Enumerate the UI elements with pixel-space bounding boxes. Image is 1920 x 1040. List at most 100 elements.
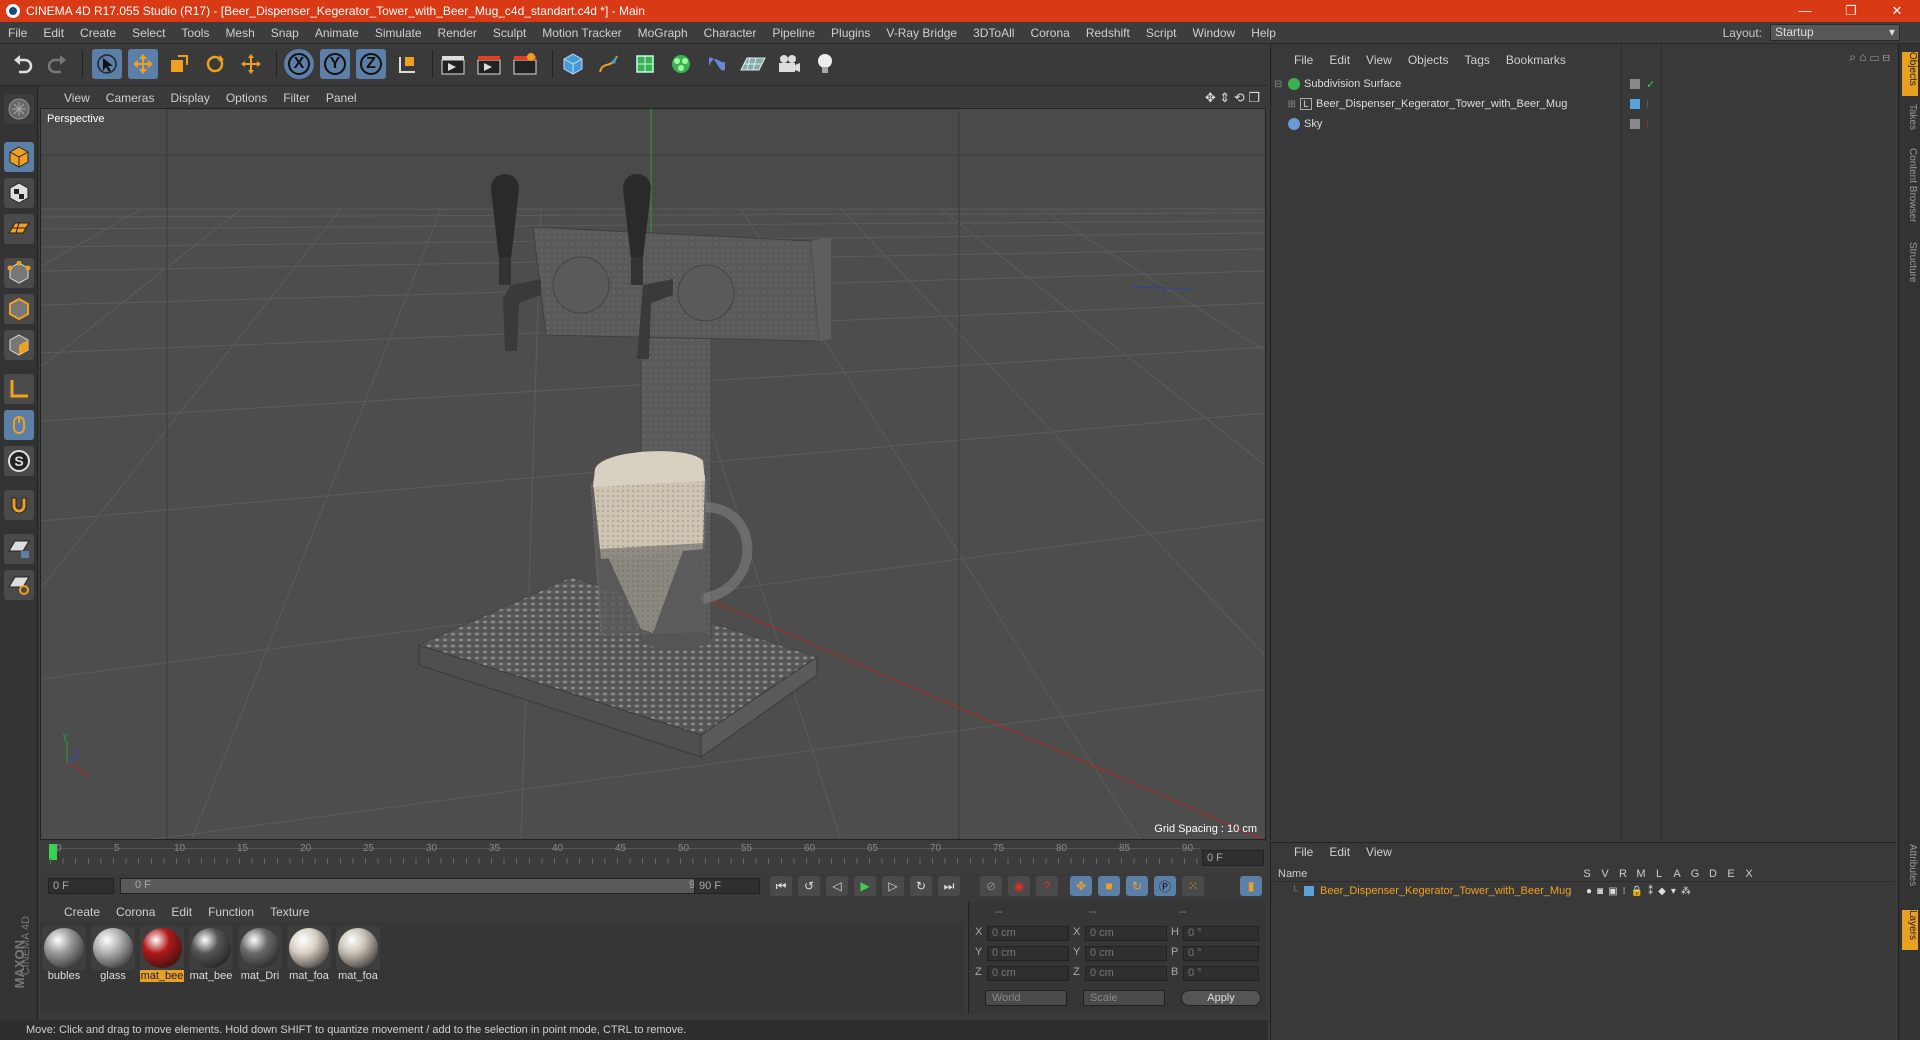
spline-pen-button[interactable] bbox=[594, 49, 624, 79]
menu-file[interactable]: File bbox=[0, 26, 35, 40]
menu-mograph[interactable]: MoGraph bbox=[630, 26, 696, 40]
layer-col-animation[interactable]: A bbox=[1668, 868, 1686, 880]
material-item[interactable]: mat_bee bbox=[140, 926, 184, 982]
objects-menu-file[interactable]: File bbox=[1286, 53, 1321, 67]
z-axis-button[interactable]: Z bbox=[356, 49, 386, 79]
enabled-check-icon[interactable]: ✓ bbox=[1646, 78, 1655, 91]
viewport-menu-filter[interactable]: Filter bbox=[275, 91, 318, 105]
material-menu-edit[interactable]: Edit bbox=[163, 905, 200, 919]
menu-render[interactable]: Render bbox=[430, 26, 485, 40]
edges-mode-button[interactable] bbox=[4, 294, 34, 324]
layer-col-view[interactable]: V bbox=[1596, 868, 1614, 880]
menu-3dtoall[interactable]: 3DToAll bbox=[965, 26, 1022, 40]
menu-pipeline[interactable]: Pipeline bbox=[764, 26, 823, 40]
material-menu-function[interactable]: Function bbox=[200, 905, 262, 919]
lock-workplane-button[interactable] bbox=[4, 534, 34, 564]
viewport-menu-display[interactable]: Display bbox=[162, 91, 217, 105]
menu-select[interactable]: Select bbox=[124, 26, 173, 40]
layer-row[interactable]: └ Beer_Dispenser_Kegerator_Tower_with_Be… bbox=[1274, 882, 1894, 900]
key-rotation-button[interactable]: ↻ bbox=[1126, 876, 1148, 896]
position-z-field[interactable]: 0 cm bbox=[987, 966, 1069, 981]
menu-create[interactable]: Create bbox=[72, 26, 124, 40]
layer-col-solo[interactable]: S bbox=[1578, 868, 1596, 880]
current-frame-field[interactable]: 0 F bbox=[1202, 850, 1264, 866]
render-settings-button[interactable] bbox=[510, 49, 540, 79]
autokey-button[interactable]: ◉ bbox=[1008, 876, 1030, 896]
menu-help[interactable]: Help bbox=[1243, 26, 1284, 40]
layer-col-expressions[interactable]: E bbox=[1722, 868, 1740, 880]
subdivision-surface-button[interactable] bbox=[630, 49, 660, 79]
material-item[interactable]: mat_Dri bbox=[238, 926, 282, 982]
layer-col-generators[interactable]: G bbox=[1686, 868, 1704, 880]
layer-toggle-icons[interactable]: ●◙▣⁝🔒⁑◆▾⁂ bbox=[1586, 886, 1766, 897]
objects-menu-view[interactable]: View bbox=[1358, 53, 1400, 67]
material-menu-corona[interactable]: Corona bbox=[108, 905, 163, 919]
menu-corona[interactable]: Corona bbox=[1022, 26, 1077, 40]
layer-col-locked[interactable]: L bbox=[1650, 868, 1668, 880]
layer-col-manager[interactable]: M bbox=[1632, 868, 1650, 880]
timeline-window-button[interactable]: ▮ bbox=[1240, 876, 1262, 896]
frame-range-slider[interactable]: 0 F 90 F bbox=[120, 878, 724, 894]
end-frame-field[interactable]: 90 F bbox=[694, 878, 760, 894]
side-tab-objects[interactable]: Objects bbox=[1902, 52, 1918, 96]
goto-end-button[interactable]: ⏭ bbox=[938, 876, 960, 896]
visibility-toggle-icon[interactable] bbox=[1630, 119, 1640, 129]
points-mode-button[interactable] bbox=[4, 258, 34, 288]
render-dots-icon[interactable]: ⁝ bbox=[1646, 119, 1649, 130]
object-row-subdivision-surface[interactable]: ⊟ Subdivision Surface ✓ bbox=[1274, 74, 1896, 94]
key-parameter-button[interactable]: Ⓟ bbox=[1154, 876, 1176, 896]
layer-col-xref[interactable]: X bbox=[1740, 868, 1758, 880]
cloner-button[interactable] bbox=[666, 49, 696, 79]
menu-simulate[interactable]: Simulate bbox=[367, 26, 430, 40]
side-tab-takes[interactable]: Takes bbox=[1902, 104, 1918, 140]
x-axis-button[interactable]: X bbox=[284, 49, 314, 79]
viewport-menu-panel[interactable]: Panel bbox=[318, 91, 365, 105]
menu-character[interactable]: Character bbox=[696, 26, 765, 40]
planar-workplane-button[interactable] bbox=[4, 570, 34, 600]
side-tab-structure[interactable]: Structure bbox=[1902, 242, 1918, 294]
objects-menu-edit[interactable]: Edit bbox=[1321, 53, 1358, 67]
move-tool-button[interactable] bbox=[128, 49, 158, 79]
material-item[interactable]: mat_bee bbox=[189, 926, 233, 982]
make-editable-button[interactable] bbox=[4, 94, 34, 124]
menu-motion-tracker[interactable]: Motion Tracker bbox=[534, 26, 629, 40]
material-item[interactable]: bubles bbox=[42, 926, 86, 982]
snap-button[interactable]: S bbox=[4, 446, 34, 476]
menu-redshift[interactable]: Redshift bbox=[1078, 26, 1138, 40]
position-y-field[interactable]: 0 cm bbox=[987, 946, 1069, 961]
record-keys-button[interactable]: ⊘ bbox=[980, 876, 1002, 896]
viewport-menu-cameras[interactable]: Cameras bbox=[98, 91, 163, 105]
collapse-icon[interactable]: ⊟ bbox=[1274, 79, 1284, 90]
size-x-field[interactable]: 0 cm bbox=[1085, 926, 1167, 941]
close-button[interactable]: ✕ bbox=[1874, 0, 1920, 22]
3d-viewport[interactable]: y x z Perspective Grid Spacing : 10 cm bbox=[40, 108, 1266, 840]
objects-menu-bookmarks[interactable]: Bookmarks bbox=[1498, 53, 1574, 67]
menu-plugins[interactable]: Plugins bbox=[823, 26, 878, 40]
floor-button[interactable] bbox=[738, 49, 768, 79]
prev-frame-button[interactable]: ◁ bbox=[826, 876, 848, 896]
menu-animate[interactable]: Animate bbox=[307, 26, 367, 40]
key-position-button[interactable]: ✥ bbox=[1070, 876, 1092, 896]
prev-key-button[interactable]: ↺ bbox=[798, 876, 820, 896]
objects-menu-objects[interactable]: Objects bbox=[1400, 53, 1457, 67]
layer-col-render[interactable]: R bbox=[1614, 868, 1632, 880]
side-tab-attributes[interactable]: Attributes bbox=[1902, 844, 1918, 904]
light-button[interactable] bbox=[810, 49, 840, 79]
viewport-nav-icons[interactable]: ✥ ⇕ ⟲ ❐ bbox=[1205, 90, 1260, 106]
menu-snap[interactable]: Snap bbox=[263, 26, 307, 40]
scale-tool-button[interactable] bbox=[164, 49, 194, 79]
side-tab-layers[interactable]: Layers bbox=[1902, 910, 1918, 950]
material-menu-create[interactable]: Create bbox=[56, 905, 108, 919]
layers-menu-edit[interactable]: Edit bbox=[1321, 845, 1358, 859]
key-scale-button[interactable]: ■ bbox=[1098, 876, 1120, 896]
layer-color-swatch[interactable] bbox=[1304, 886, 1314, 896]
menu-edit[interactable]: Edit bbox=[35, 26, 72, 40]
coordinate-system-button[interactable] bbox=[392, 49, 422, 79]
workplane-mode-button[interactable] bbox=[4, 214, 34, 244]
render-to-picture-viewer-button[interactable] bbox=[474, 49, 504, 79]
model-mode-button[interactable] bbox=[4, 142, 34, 172]
coord-mode-dropdown[interactable]: World bbox=[985, 990, 1067, 1006]
y-axis-button[interactable]: Y bbox=[320, 49, 350, 79]
goto-start-button[interactable]: ⏮ bbox=[770, 876, 792, 896]
undo-button[interactable] bbox=[8, 49, 38, 79]
